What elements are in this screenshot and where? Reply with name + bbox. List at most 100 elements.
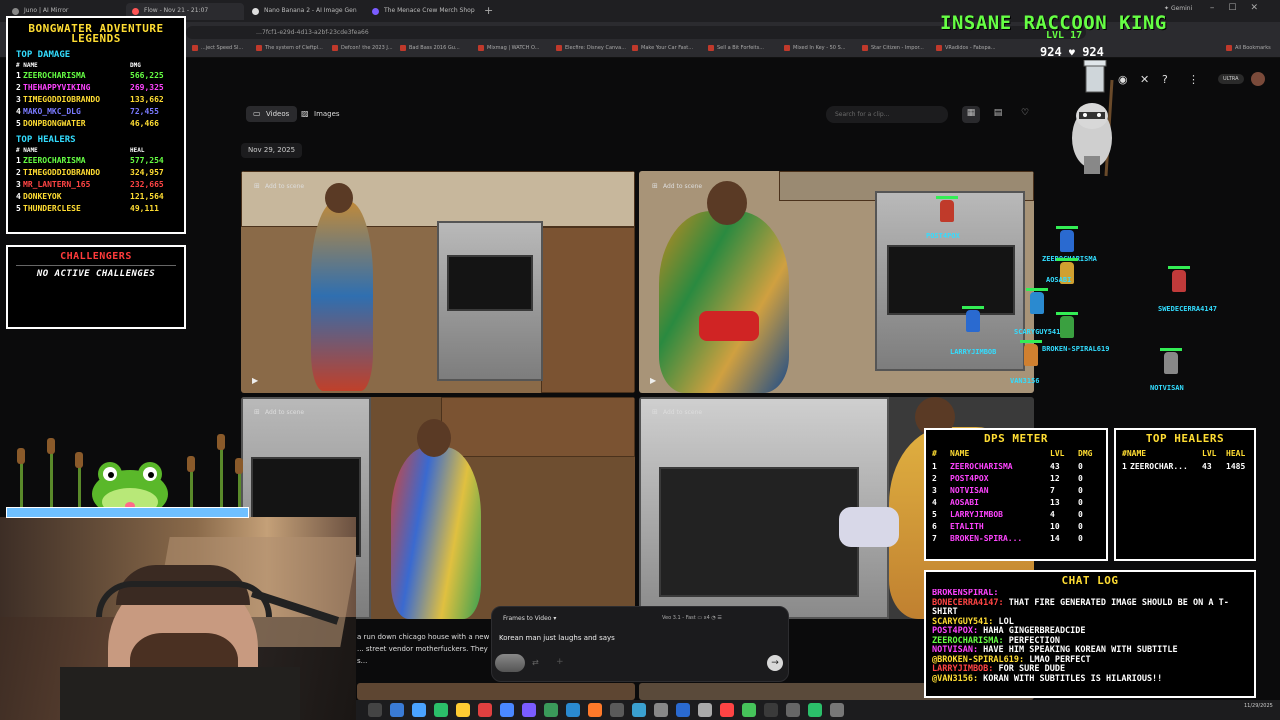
score-value: 46,466 xyxy=(130,119,159,128)
more-icon[interactable]: ⋮ xyxy=(1188,73,1199,86)
play-icon[interactable]: ▶ xyxy=(650,376,656,385)
dps-rank: 6 xyxy=(932,522,937,531)
taskbar-app-icon[interactable] xyxy=(412,703,426,717)
bookmark[interactable]: VRadidos - Fabspa... xyxy=(936,45,996,51)
top-healers-heading: TOP HEALERS xyxy=(16,135,76,145)
browser-tab[interactable]: Nano Banana 2 - AI Image Gen xyxy=(246,3,364,20)
add-frame-icon[interactable]: + xyxy=(556,657,564,667)
add-to-scene-button[interactable]: Add to scene xyxy=(652,182,702,190)
taskbar-app-icon[interactable] xyxy=(786,703,800,717)
leaderboard-row: 4 MAKO_MKC_DLG 72,455 xyxy=(16,106,184,118)
discord-icon[interactable]: ◉ xyxy=(1118,73,1128,86)
video-tile[interactable]: Add to scene ▶ xyxy=(639,171,1034,393)
x-icon[interactable]: ✕ xyxy=(1140,73,1149,86)
swap-icon[interactable]: ⇄ xyxy=(532,658,539,667)
taskbar-app-icon[interactable] xyxy=(522,703,536,717)
leaderboard-row: 1 ZEEROCHARISMA 577,254 xyxy=(16,155,184,167)
rank-number: 3 xyxy=(16,95,21,104)
dps-row: 2 POST4POX 12 0 xyxy=(932,473,1106,485)
challengers-panel: CHALLENGERS NO ACTIVE CHALLENGES xyxy=(6,245,186,329)
taskbar-app-icon[interactable] xyxy=(720,703,734,717)
player-sprite xyxy=(940,200,954,222)
dps-rank: 2 xyxy=(932,474,937,483)
taskbar-app-icon[interactable] xyxy=(368,703,382,717)
bookmark[interactable]: Defcon! the 2023 J... xyxy=(332,45,393,51)
taskbar-app-icon[interactable] xyxy=(456,703,470,717)
player-name: DONPBONGWATER xyxy=(23,119,86,128)
bookmark[interactable]: The system of Cleftpl... xyxy=(256,45,323,51)
bookmark[interactable]: Mixmag | WATCH O... xyxy=(478,45,539,51)
new-tab-button[interactable]: + xyxy=(484,4,493,17)
taskbar-app-icon[interactable] xyxy=(676,703,690,717)
search-input[interactable]: Search for a clip... xyxy=(826,106,948,123)
taskbar-app-icon[interactable] xyxy=(478,703,492,717)
player-hp-bar xyxy=(1056,226,1078,229)
taskbar-app-icon[interactable] xyxy=(742,703,756,717)
taskbar-app-icon[interactable] xyxy=(566,703,580,717)
taskbar-app-icon[interactable] xyxy=(434,703,448,717)
player-name: VAN3156 xyxy=(1010,377,1040,385)
bookmark[interactable]: Bad Bass 2016 Gu... xyxy=(400,45,460,51)
player-name: THUNDERCLESE xyxy=(23,204,81,213)
taskbar-app-icon[interactable] xyxy=(588,703,602,717)
videos-filter-button[interactable]: ▭ Videos xyxy=(246,106,298,122)
dps-rank: 7 xyxy=(932,534,937,543)
favorites-icon[interactable]: ♡ xyxy=(1016,106,1034,123)
play-icon[interactable]: ▶ xyxy=(252,376,258,385)
player-sprite xyxy=(1024,344,1038,366)
bookmark-all[interactable]: All Bookmarks xyxy=(1226,45,1271,51)
mode-dropdown[interactable]: Frames to Video ▾ xyxy=(503,615,556,622)
chat-text: PERFECTION xyxy=(1003,635,1060,646)
help-icon[interactable]: ? xyxy=(1162,73,1168,86)
score-value: 121,564 xyxy=(130,192,164,201)
video-tile[interactable]: Add to scene ▶ xyxy=(241,171,635,393)
taskbar-app-icon[interactable] xyxy=(632,703,646,717)
grid-view-icon[interactable]: ▦ xyxy=(962,106,980,123)
taskbar-app-icon[interactable] xyxy=(808,703,822,717)
send-button[interactable]: → xyxy=(767,655,783,671)
player-name: POST4POX xyxy=(926,232,960,240)
prompt-input[interactable]: Korean man just laughs and says xyxy=(499,634,615,642)
bookmark[interactable]: Sell a Bit Forfeits... xyxy=(708,45,764,51)
taskbar-app-icon[interactable] xyxy=(764,703,778,717)
bookmark[interactable]: Make Your Car Fast... xyxy=(632,45,693,51)
damage-list: 1 ZEEROCHARISMA 566,225 2 THEHAPPYVIKING 269,… xyxy=(16,70,184,130)
add-to-scene-button[interactable]: Add to scene xyxy=(254,408,304,416)
model-selector[interactable]: Veo 3.1 - Fast ▭ x4 ◔ ☰ xyxy=(662,615,722,621)
list-view-icon[interactable]: ▤ xyxy=(989,106,1007,123)
dps-dmg: 0 xyxy=(1078,534,1083,543)
dps-rank: 3 xyxy=(932,486,937,495)
dps-row: 3 NOTVISAN 7 0 xyxy=(932,485,1106,497)
taskbar-app-icon[interactable] xyxy=(830,703,844,717)
video-tile[interactable] xyxy=(357,683,635,700)
add-to-scene-button[interactable]: Add to scene xyxy=(254,182,304,190)
taskbar-app-icon[interactable] xyxy=(544,703,558,717)
taskbar-app-icon[interactable] xyxy=(500,703,514,717)
bookmark[interactable]: Star Citizen - Impor... xyxy=(862,45,924,51)
bookmark[interactable]: ...ject Speed Sl... xyxy=(192,45,243,51)
frame-thumbnail[interactable] xyxy=(495,654,525,672)
score-value: 577,254 xyxy=(130,156,164,165)
dps-lvl: 4 xyxy=(1050,510,1055,519)
player-name: AOSABI xyxy=(1046,276,1072,284)
taskbar-app-icon[interactable] xyxy=(390,703,404,717)
rank-number: 2 xyxy=(16,83,21,92)
dps-lvl: 7 xyxy=(1050,486,1055,495)
gemini-button[interactable]: ✦ Gemini xyxy=(1164,5,1192,12)
taskbar-clock[interactable]: 11/29/2025 xyxy=(1244,703,1273,710)
leaderboard-row: 5 DONPBONGWATER 46,466 xyxy=(16,118,184,130)
avatar[interactable] xyxy=(1251,72,1265,86)
taskbar-app-icon[interactable] xyxy=(654,703,668,717)
bookmark[interactable]: Elecfire: Disney Canva... xyxy=(556,45,626,51)
window-controls[interactable]: –☐✕ xyxy=(1210,3,1272,13)
browser-tab[interactable]: The Menace Crew Merch Shop xyxy=(366,3,484,20)
bookmark[interactable]: Mixed In Key - 50 S... xyxy=(784,45,846,51)
taskbar-app-icon[interactable] xyxy=(698,703,712,717)
taskbar-app-icon[interactable] xyxy=(610,703,624,717)
add-to-scene-button[interactable]: Add to scene xyxy=(652,408,702,416)
dps-meter-title: DPS METER xyxy=(983,432,1049,445)
heal-column-headers: # NAME HEAL xyxy=(16,147,145,154)
images-filter-button[interactable]: ▨ Images xyxy=(294,106,348,122)
rank-number: 2 xyxy=(16,168,21,177)
dps-name: LARRYJIMBOB xyxy=(950,510,1003,519)
